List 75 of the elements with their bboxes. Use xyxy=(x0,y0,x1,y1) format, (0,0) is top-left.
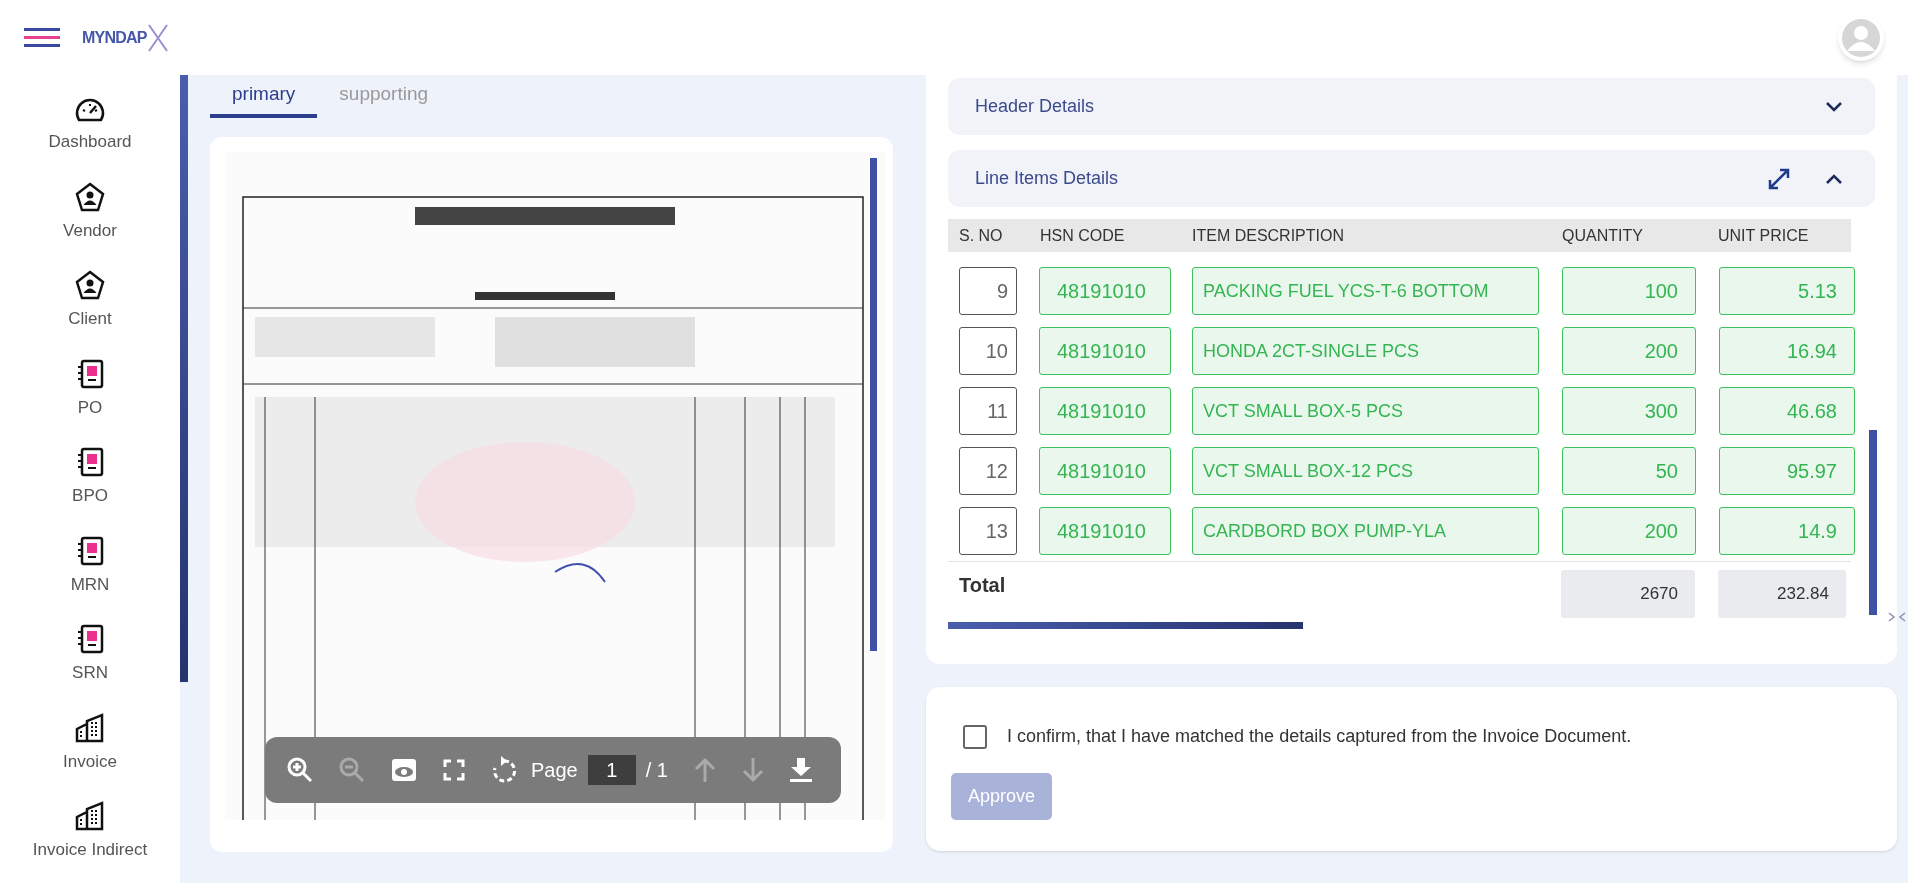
scrollbar[interactable] xyxy=(180,75,188,682)
gauge-icon xyxy=(75,97,105,123)
confirm-text: I confirm, that I have matched the details captured from the Invoice Document. xyxy=(1007,725,1632,748)
expand-icon[interactable] xyxy=(1767,166,1791,191)
chevron-down-icon[interactable] xyxy=(1825,100,1843,113)
eye-icon[interactable] xyxy=(391,758,417,782)
building-icon xyxy=(75,712,105,743)
hsn-code-field[interactable]: 48191010 xyxy=(1039,387,1171,435)
rotate-icon[interactable] xyxy=(491,756,517,784)
column-header: QUANTITY xyxy=(1561,225,1644,246)
scrollbar[interactable] xyxy=(1869,430,1877,615)
hsn-code-field[interactable]: 48191010 xyxy=(1039,447,1171,495)
total-quantity: 2670 xyxy=(1561,570,1695,618)
description-field[interactable]: CARDBORD BOX PUMP-YLA xyxy=(1192,507,1539,555)
confirm-checkbox[interactable] xyxy=(963,724,987,749)
serial-number-field[interactable]: 10 xyxy=(959,327,1017,375)
tab[interactable]: supporting xyxy=(317,75,451,118)
accordion-header[interactable]: Line Items Details xyxy=(948,150,1875,207)
unit-price-field[interactable]: 14.9 xyxy=(1719,507,1855,555)
zoom-in-icon[interactable] xyxy=(287,757,313,783)
chevron-up-icon[interactable] xyxy=(1825,172,1843,185)
description-field[interactable]: HONDA 2CT-SINGLE PCS xyxy=(1192,327,1539,375)
page-total: / 1 xyxy=(645,758,668,783)
sidebar-item[interactable]: Client xyxy=(68,306,112,332)
column-header: S. NO xyxy=(958,225,1004,246)
sidebar-item[interactable]: Invoice xyxy=(63,748,117,774)
scrollbar[interactable] xyxy=(870,158,877,651)
serial-number-field[interactable]: 9 xyxy=(959,267,1017,315)
serial-number-field[interactable]: 12 xyxy=(959,447,1017,495)
description-field[interactable]: VCT SMALL BOX-5 PCS xyxy=(1192,387,1539,435)
description-field[interactable]: PACKING FUEL YCS-T-6 BOTTOM xyxy=(1192,267,1539,315)
user-pentagon-icon xyxy=(75,270,105,300)
page-label: Page xyxy=(531,758,578,783)
menu-icon[interactable] xyxy=(24,26,60,49)
sidebar-item[interactable]: Vendor xyxy=(63,217,117,243)
notebook-icon xyxy=(76,358,104,389)
sidebar-item[interactable]: Dashboard xyxy=(48,129,132,155)
fullscreen-icon[interactable] xyxy=(443,759,465,781)
unit-price-field[interactable]: 46.68 xyxy=(1719,387,1855,435)
hsn-code-field[interactable]: 48191010 xyxy=(1039,267,1171,315)
unit-price-field[interactable]: 16.94 xyxy=(1719,327,1855,375)
collapse-icon[interactable] xyxy=(1887,610,1907,624)
notebook-icon xyxy=(76,535,104,566)
serial-number-field[interactable]: 13 xyxy=(959,507,1017,555)
sidebar-item[interactable]: MRN xyxy=(70,571,110,597)
hsn-code-field[interactable]: 48191010 xyxy=(1039,507,1171,555)
building-icon xyxy=(75,801,105,831)
accordion-header[interactable]: Header Details xyxy=(948,78,1875,135)
unit-price-field[interactable]: 95.97 xyxy=(1719,447,1855,495)
total-unit-price: 232.84 xyxy=(1718,570,1846,618)
serial-number-field[interactable]: 11 xyxy=(959,387,1017,435)
sidebar-item[interactable]: BPO xyxy=(72,483,108,509)
tab[interactable]: primary xyxy=(210,75,318,118)
column-header: ITEM DESCRIPTION xyxy=(1191,225,1345,246)
scrollbar[interactable] xyxy=(948,622,1303,629)
user-pentagon-icon xyxy=(75,181,105,212)
column-header: UNIT PRICE xyxy=(1717,225,1810,246)
quantity-field[interactable]: 200 xyxy=(1562,507,1696,555)
page-input[interactable]: 1 xyxy=(587,755,636,785)
total-label: Total xyxy=(958,573,1007,598)
sidebar-item[interactable]: SRN xyxy=(72,660,108,686)
quantity-field[interactable]: 50 xyxy=(1562,447,1696,495)
quantity-field[interactable]: 200 xyxy=(1562,327,1696,375)
logo: MYNDAP xyxy=(82,22,169,53)
sidebar-item[interactable]: PO xyxy=(77,394,103,420)
quantity-field[interactable]: 300 xyxy=(1562,387,1696,435)
notebook-icon xyxy=(76,624,104,654)
unit-price-field[interactable]: 5.13 xyxy=(1719,267,1855,315)
description-field[interactable]: VCT SMALL BOX-12 PCS xyxy=(1192,447,1539,495)
download-icon[interactable] xyxy=(789,758,812,782)
notebook-icon xyxy=(76,447,104,477)
sidebar-item[interactable]: Invoice Indirect xyxy=(32,837,148,863)
column-header: HSN CODE xyxy=(1039,225,1126,246)
hsn-code-field[interactable]: 48191010 xyxy=(1039,327,1171,375)
quantity-field[interactable]: 100 xyxy=(1562,267,1696,315)
